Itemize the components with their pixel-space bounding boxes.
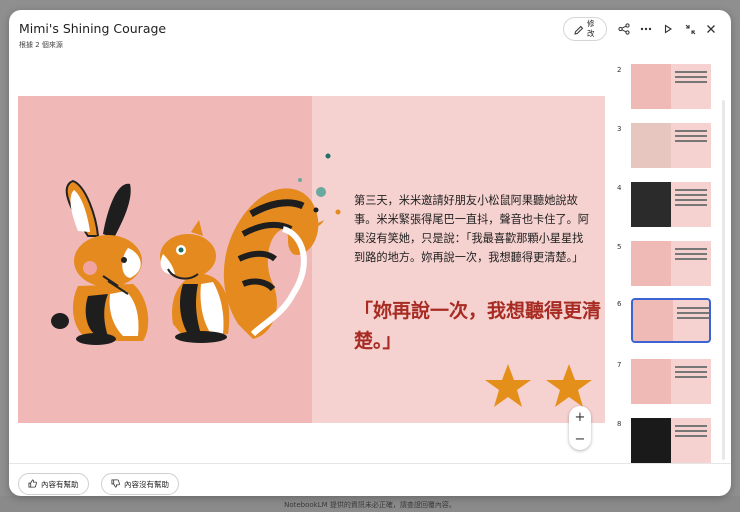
slide-body-text: 第三天，米米邀請好朋友小松鼠阿果聽她說故事。米米緊張得尾巴一直抖，聲音也卡住了。… [354, 194, 589, 264]
edit-label: 修改 [587, 19, 595, 38]
slide-thumbnail[interactable]: 5 [615, 241, 721, 289]
slide-thumbnail[interactable]: 8 [615, 418, 721, 463]
slide-thumbnail[interactable]: 7 [615, 359, 721, 407]
slide-thumbnail[interactable]: 4 [615, 182, 721, 230]
thumbs-up-icon [28, 478, 37, 490]
collapse-icon[interactable] [682, 21, 698, 37]
close-icon[interactable] [703, 21, 719, 37]
zoom-in-button[interactable]: + [569, 406, 591, 428]
slide-thumbnail[interactable]: 3 [615, 123, 721, 171]
slide-thumbnail-list: 2 3 4 5 6 7 8 [615, 60, 721, 463]
pencil-icon [574, 20, 584, 39]
more-icon[interactable] [638, 21, 654, 37]
helpful-button[interactable]: 內容有幫助 [18, 473, 89, 495]
footer-caption: NotebookLM 提供的資訊未必正確，請查證回覆內容。 [284, 501, 456, 509]
zoom-out-button[interactable]: − [569, 428, 591, 450]
footer-divider [9, 463, 731, 464]
source-count: 根據 2 個來源 [19, 41, 63, 49]
zoom-controls: + − [569, 406, 591, 450]
edit-button[interactable]: 修改 [563, 17, 607, 41]
slide-viewer-dialog: Mimi's Shining Courage 根據 2 個來源 修改 第三天，米… [9, 10, 731, 496]
decorative-dots [298, 178, 341, 227]
dialog-title: Mimi's Shining Courage [19, 21, 167, 36]
star-icon [546, 364, 592, 407]
slide-thumbnail-selected[interactable]: 6 [615, 298, 721, 346]
helpful-label: 內容有幫助 [41, 479, 79, 489]
thumbnail-scrollbar[interactable] [722, 100, 725, 460]
decorative-dot [325, 153, 331, 159]
current-slide: 第三天，米米邀請好朋友小松鼠阿果聽她說故事。米米緊張得尾巴一直抖，聲音也卡住了。… [18, 96, 605, 423]
share-icon[interactable] [616, 21, 632, 37]
star-icon [485, 364, 531, 407]
slide-thumbnail[interactable]: 2 [615, 64, 721, 112]
rating-stars [485, 364, 592, 407]
not-helpful-button[interactable]: 內容沒有幫助 [101, 473, 179, 495]
thumbs-down-icon [111, 478, 120, 490]
not-helpful-label: 內容沒有幫助 [124, 479, 169, 489]
play-icon[interactable] [660, 21, 676, 37]
slide-quote: 「妳再說一次，我想聽得更清楚。」 [354, 300, 602, 352]
